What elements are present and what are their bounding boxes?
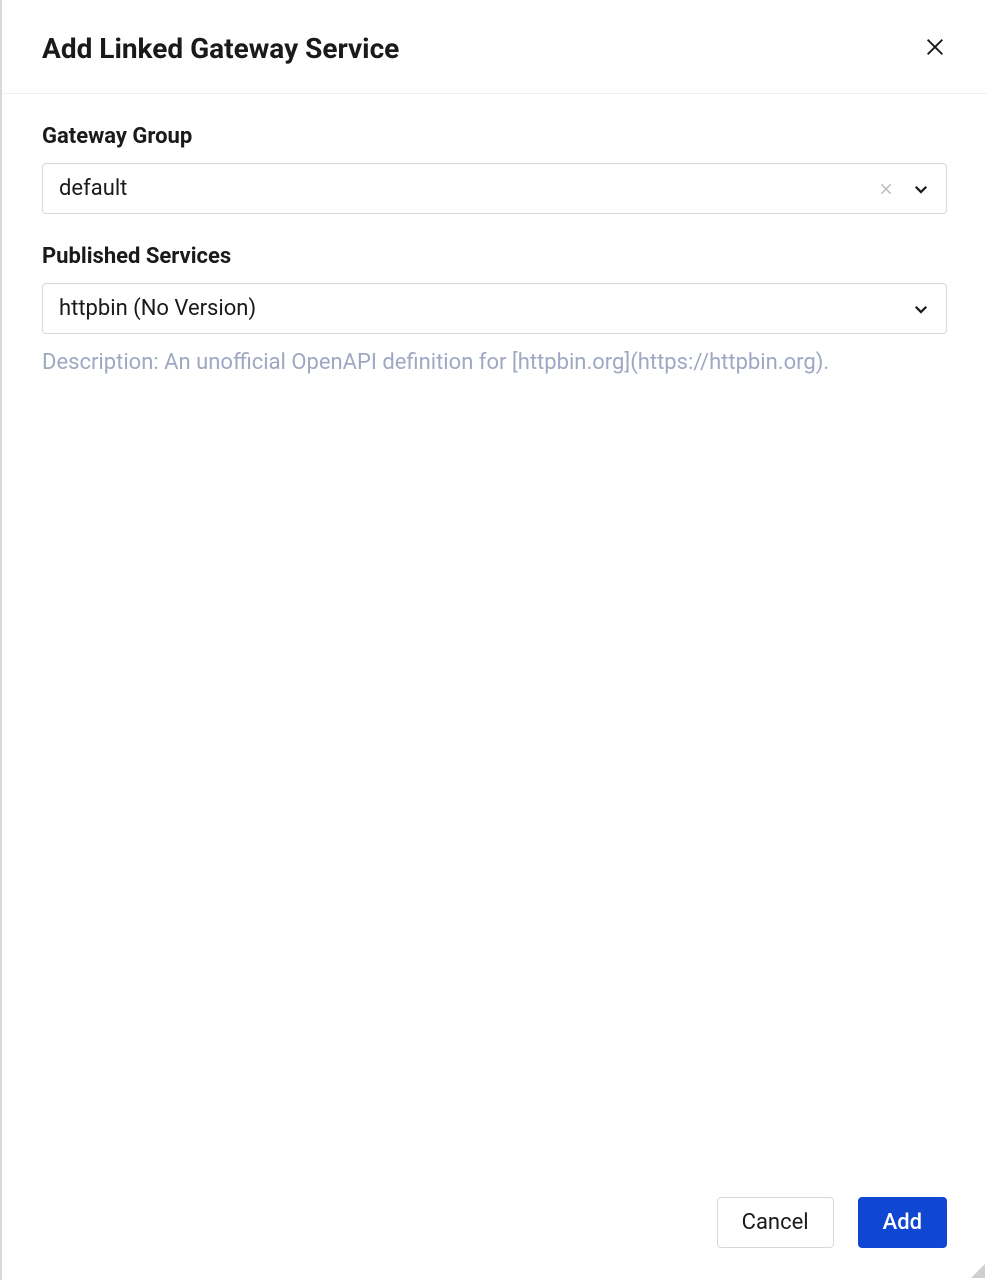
gateway-group-select[interactable]: default [42,163,947,214]
cancel-button[interactable]: Cancel [717,1197,834,1248]
clear-icon[interactable] [878,181,894,197]
published-services-value: httpbin (No Version) [59,296,256,321]
gateway-group-label: Gateway Group [42,124,947,149]
dialog-footer: Cancel Add [2,1173,987,1280]
add-button[interactable]: Add [858,1197,947,1248]
dialog-header: Add Linked Gateway Service [2,0,987,94]
chevron-down-icon[interactable] [912,180,930,198]
gateway-group-field: Gateway Group default [42,124,947,214]
dialog-body: Gateway Group default [2,94,987,1173]
close-icon [924,36,946,62]
published-services-field: Published Services httpbin (No Version) … [42,244,947,379]
dialog-title: Add Linked Gateway Service [42,32,399,65]
add-linked-gateway-service-dialog: Add Linked Gateway Service Gateway Group… [2,0,987,1280]
published-services-label: Published Services [42,244,947,269]
published-services-select[interactable]: httpbin (No Version) [42,283,947,334]
chevron-down-icon[interactable] [912,300,930,318]
gateway-group-value: default [59,176,127,201]
gateway-group-select-icons [878,180,930,198]
published-services-description: Description: An unofficial OpenAPI defin… [42,348,947,379]
published-services-select-icons [912,300,930,318]
close-button[interactable] [923,37,947,61]
